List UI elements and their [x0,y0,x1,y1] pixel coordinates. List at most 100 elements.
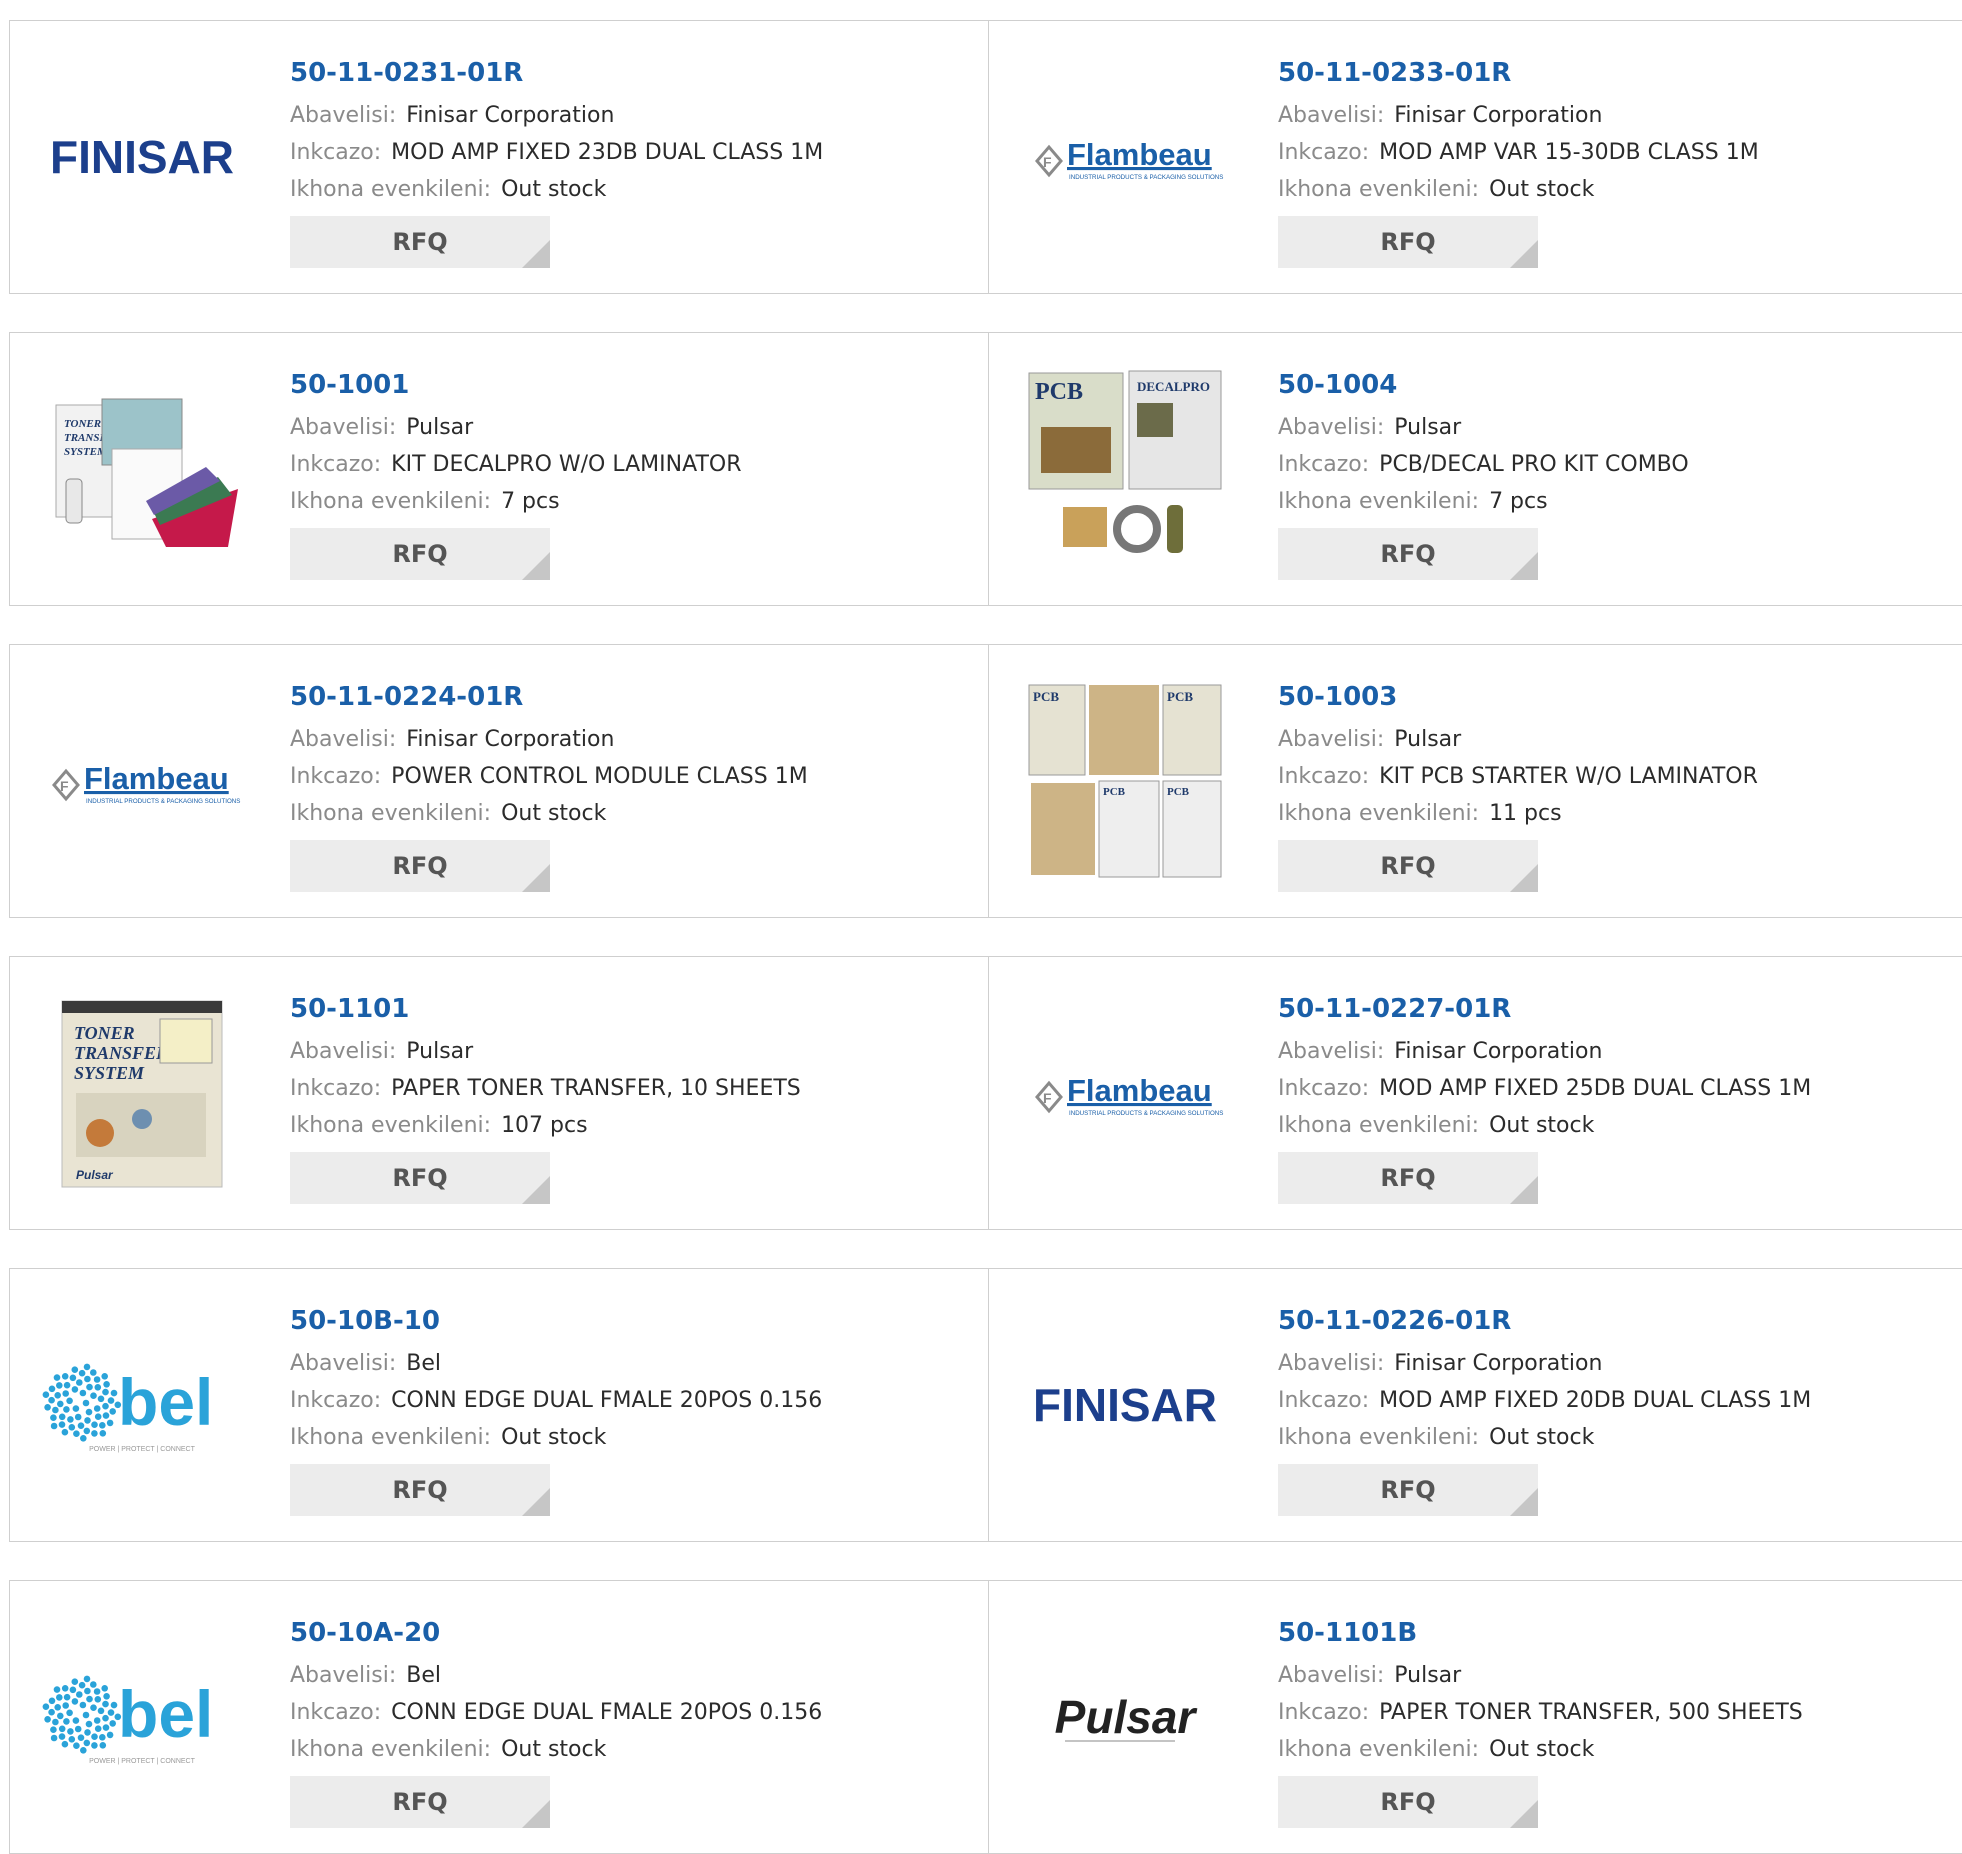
rfq-button[interactable]: RFQ [290,216,550,268]
product-card: bel POWER | PROTECT | CONNECT 50-10A-20 Aba… [10,1581,989,1853]
svg-text:PCB: PCB [1103,786,1126,798]
manufacturer-value: Finisar Corporation [406,103,615,128]
rfq-button[interactable]: RFQ [290,1152,550,1204]
rfq-button[interactable]: RFQ [1278,1152,1538,1204]
part-number-link[interactable]: 50-1001 [290,367,742,403]
product-info: 50-1003 Abavelisi: Pulsar Inkcazo: KIT PCB S… [1278,675,1758,892]
svg-text:DECALPRO: DECALPRO [1137,379,1210,394]
product-card: PCB DECALPRO 50-1004 Abavelisi: Pulsar Inkcaz… [988,333,1962,605]
manufacturer-label: Abavelisi: [290,727,397,752]
description-label: Inkcazo: [290,1700,382,1725]
description-line: Inkcazo: MOD AMP VAR 15-30DB CLASS 1M [1278,134,1759,171]
description-line: Inkcazo: CONN EDGE DUAL FMALE 20POS 0.156 [290,1382,822,1419]
part-number-link[interactable]: 50-1101B [1278,1615,1803,1651]
corner-triangle-icon [1510,1488,1538,1516]
stock-line: Ikhona evenkileni: 7 pcs [1278,483,1689,520]
description-value: MOD AMP FIXED 20DB DUAL CLASS 1M [1379,1388,1812,1413]
svg-text:FINISAR: FINISAR [1033,1379,1217,1431]
stock-value: Out stock [1489,1425,1595,1450]
manufacturer-label: Abavelisi: [1278,103,1385,128]
svg-text:INDUSTRIAL PRODUCTS & PACKAGIN: INDUSTRIAL PRODUCTS & PACKAGING SOLUTION… [1069,1110,1223,1117]
part-number-link[interactable]: 50-11-0227-01R [1278,991,1811,1027]
description-line: Inkcazo: PAPER TONER TRANSFER, 500 SHEETS [1278,1694,1803,1731]
stock-line: Ikhona evenkileni: Out stock [1278,1107,1811,1144]
product-info: 50-11-0224-01R Abavelisi: Finisar Corporat… [290,675,808,892]
description-label: Inkcazo: [1278,1076,1370,1101]
part-number-link[interactable]: 50-1004 [1278,367,1689,403]
stock-line: Ikhona evenkileni: Out stock [290,1419,822,1456]
description-line: Inkcazo: MOD AMP FIXED 25DB DUAL CLASS 1M [1278,1070,1811,1107]
svg-text:TONER: TONER [74,1023,135,1043]
manufacturer-line: Abavelisi: Finisar Corporation [290,721,808,758]
part-number-link[interactable]: 50-11-0224-01R [290,679,808,715]
description-label: Inkcazo: [1278,140,1370,165]
stock-label: Ikhona evenkileni: [1278,177,1480,202]
manufacturer-value: Pulsar [1394,1663,1462,1688]
manufacturer-line: Abavelisi: Pulsar [1278,721,1758,758]
part-number-link[interactable]: 50-1003 [1278,679,1758,715]
part-number-link[interactable]: 50-10A-20 [290,1615,822,1651]
manufacturer-value: Pulsar [1394,727,1462,752]
rfq-button[interactable]: RFQ [290,1464,550,1516]
part-number-link[interactable]: 50-11-0233-01R [1278,55,1759,91]
stock-value: 7 pcs [1489,489,1548,514]
stock-label: Ikhona evenkileni: [290,1737,492,1762]
rfq-label: RFQ [1380,1476,1436,1504]
product-info: 50-11-0233-01R Abavelisi: Finisar Corporat… [1278,51,1759,268]
manufacturer-line: Abavelisi: Finisar Corporation [1278,1345,1811,1382]
manufacturer-value: Finisar Corporation [1394,103,1603,128]
corner-triangle-icon [522,240,550,268]
stock-line: Ikhona evenkileni: 11 pcs [1278,795,1758,832]
svg-text:POWER | PROTECT | CONNECT: POWER | PROTECT | CONNECT [89,1446,196,1453]
product-row: TONER TRANSFER SYSTEM Pulsar 50-1101 Abavelis… [9,956,1962,1230]
rfq-button[interactable]: RFQ [1278,528,1538,580]
part-number-link[interactable]: 50-10B-10 [290,1303,822,1339]
stock-line: Ikhona evenkileni: 107 pcs [290,1107,801,1144]
stock-label: Ikhona evenkileni: [290,1425,492,1450]
rfq-button[interactable]: RFQ [1278,216,1538,268]
manufacturer-label: Abavelisi: [290,1663,397,1688]
product-row: F Flambeau INDUSTRIAL PRODUCTS & PACKAGING… [9,644,1962,918]
rfq-button[interactable]: RFQ [290,1776,550,1828]
description-value: MOD AMP VAR 15-30DB CLASS 1M [1379,140,1759,165]
corner-triangle-icon [522,1800,550,1828]
part-number-link[interactable]: 50-1101 [290,991,801,1027]
rfq-button[interactable]: RFQ [290,840,550,892]
part-number-link[interactable]: 50-11-0231-01R [290,55,823,91]
stock-line: Ikhona evenkileni: Out stock [1278,1731,1803,1768]
corner-triangle-icon [1510,240,1538,268]
manufacturer-label: Abavelisi: [1278,415,1385,440]
rfq-button[interactable]: RFQ [290,528,550,580]
stock-value: Out stock [501,1737,607,1762]
product-card: Pulsar 50-1101B Abavelisi: Pulsar Inkcazo: PA… [988,1581,1962,1853]
rfq-button[interactable]: RFQ [1278,1776,1538,1828]
description-label: Inkcazo: [1278,764,1370,789]
stock-label: Ikhona evenkileni: [1278,489,1480,514]
description-label: Inkcazo: [290,764,382,789]
svg-text:F: F [60,778,69,794]
product-info: 50-1004 Abavelisi: Pulsar Inkcazo: PCB/DECAL… [1278,363,1689,580]
manufacturer-line: Abavelisi: Finisar Corporation [1278,1033,1811,1070]
stock-label: Ikhona evenkileni: [1278,801,1480,826]
rfq-button[interactable]: RFQ [1278,1464,1538,1516]
svg-text:Flambeau: Flambeau [84,761,229,796]
description-label: Inkcazo: [290,1388,382,1413]
product-row: FINISAR 50-11-0231-01R Abavelisi: Finisar C… [9,20,1962,294]
stock-value: Out stock [501,177,607,202]
description-value: PCB/DECAL PRO KIT COMBO [1379,452,1689,477]
product-info: 50-1101 Abavelisi: Pulsar Inkcazo: PAPER TON… [290,987,801,1204]
rfq-label: RFQ [1380,852,1436,880]
svg-text:Flambeau: Flambeau [1067,1073,1212,1108]
svg-text:INDUSTRIAL PRODUCTS & PACKAGIN: INDUSTRIAL PRODUCTS & PACKAGING SOLUTION… [86,798,240,805]
svg-text:Pulsar: Pulsar [1055,1691,1198,1743]
corner-triangle-icon [522,552,550,580]
part-number-link[interactable]: 50-11-0226-01R [1278,1303,1811,1339]
rfq-label: RFQ [1380,228,1436,256]
rfq-button[interactable]: RFQ [1278,840,1538,892]
product-card: TONER TRANSFER SYSTEM Pulsar 50-1101 Abavelis… [10,957,989,1229]
stock-label: Ikhona evenkileni: [290,801,492,826]
product-row: bel POWER | PROTECT | CONNECT 50-10A-20 Aba… [9,1580,1962,1854]
product-card: PCB PCB PCB PCB 50-1003 Abavelisi: Pulsar Inkca… [988,645,1962,917]
svg-text:F: F [1043,1090,1052,1106]
svg-text:PCB: PCB [1033,689,1059,704]
